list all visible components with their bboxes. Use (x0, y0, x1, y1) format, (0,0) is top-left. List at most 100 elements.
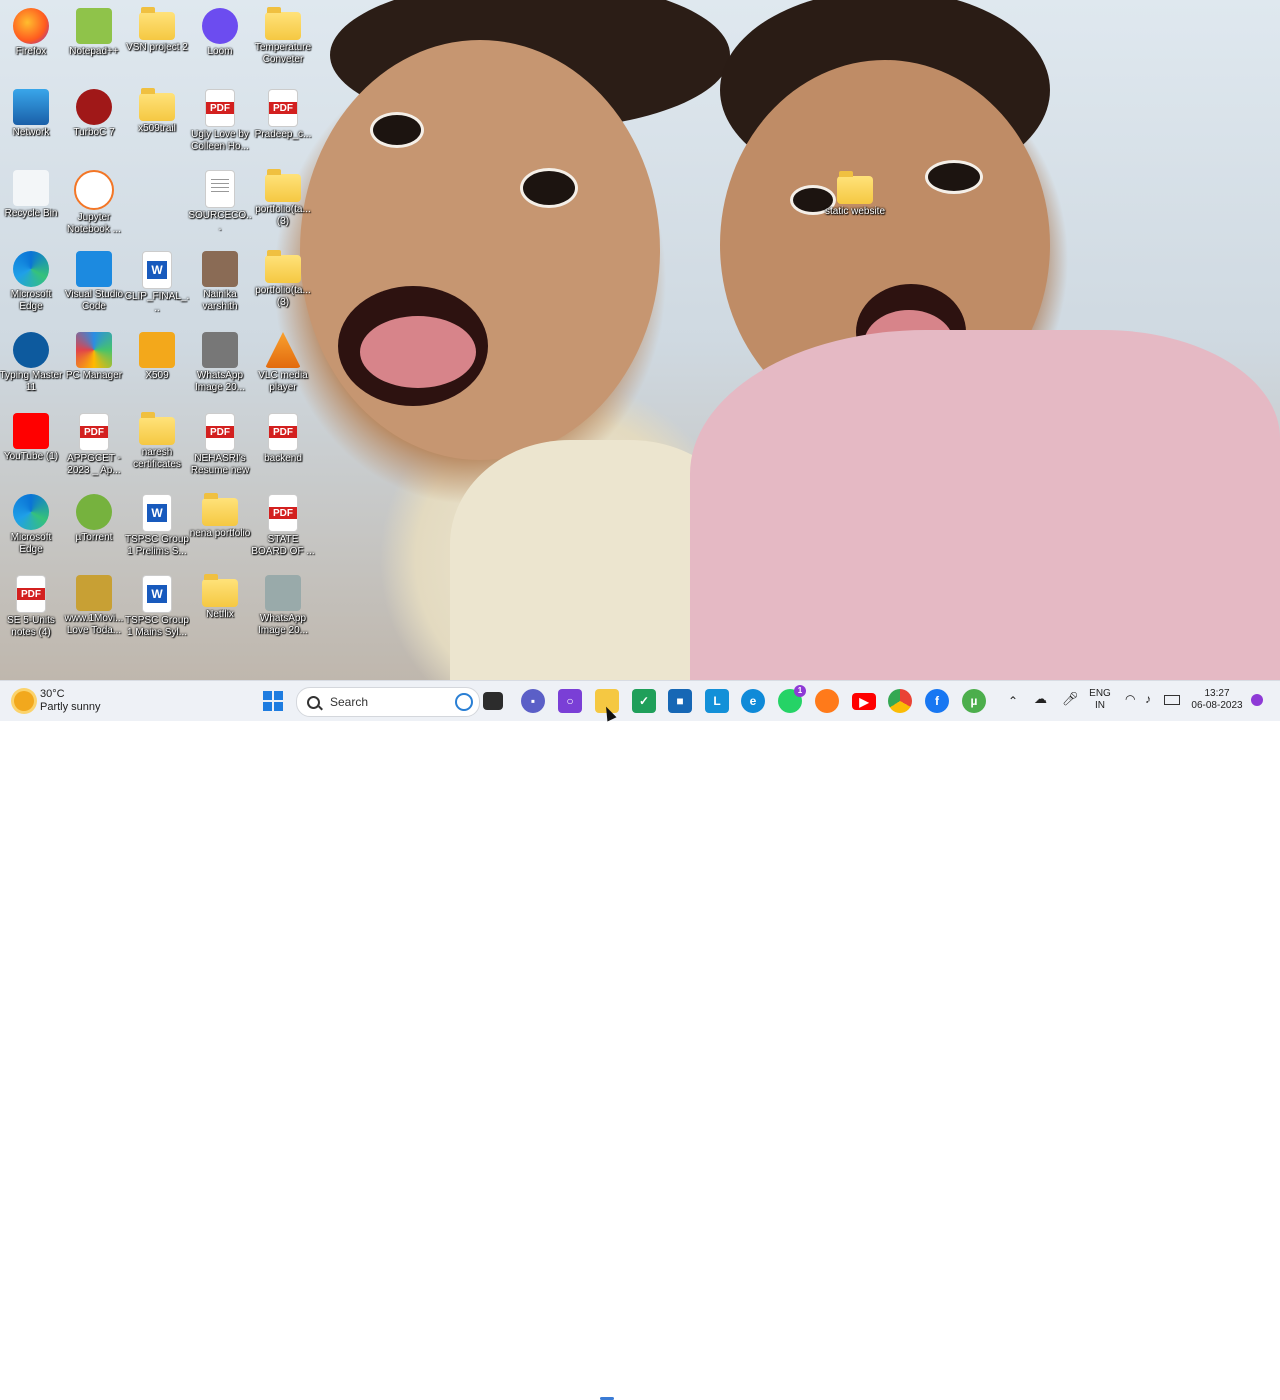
desktop-icon[interactable]: W TSPSC Group 1 Mains Syl... (124, 571, 190, 639)
desktop-icon[interactable]: SOURCECO... (187, 166, 253, 234)
desktop-icon[interactable]: YouTube (1) (0, 409, 64, 463)
recycle-bin-icon (13, 170, 49, 206)
folder-icon (265, 7, 301, 40)
language-indicator[interactable]: ENG IN (1086, 688, 1114, 712)
desktop-icon[interactable]: Loom (187, 4, 253, 58)
desktop-icon[interactable]: PDF NEHASRI's Resume new (187, 409, 253, 477)
desktop-icon-static-website[interactable]: static website (822, 168, 888, 218)
desktop-icon[interactable]: Jupyter Notebook ... (61, 166, 127, 236)
battery-icon[interactable] (1164, 695, 1180, 705)
text-document-icon (205, 170, 235, 208)
edge-browser-icon[interactable]: e (741, 689, 765, 713)
desktop-icon[interactable]: W CLIP_FINAL_... (124, 247, 190, 315)
desktop-icon-label: www.1Movi... Love Toda... (64, 613, 124, 636)
taskbar: 30°C Partly sunny Search ▪ ○ ✓ ■ L e 1 ▶… (0, 680, 1280, 1400)
desktop-icon-label: Loom (207, 46, 233, 57)
desktop-icon-label: µTorrent (75, 532, 113, 543)
start-button[interactable] (261, 689, 285, 713)
desktop-icon[interactable]: VLC media player (250, 328, 316, 394)
desktop-icon-label: Netflix (206, 609, 234, 620)
bing-icon[interactable] (455, 693, 473, 711)
desktop-icon[interactable]: WhatsApp Image 20... (187, 328, 253, 394)
desktop-icon[interactable]: PDF Pradeep_c... (250, 85, 316, 141)
desktop-icon[interactable]: Network (0, 85, 64, 139)
desktop-icon[interactable]: Recycle Bin (0, 166, 64, 220)
desktop-icon[interactable]: Notepad++ (61, 4, 127, 58)
desktop-icon[interactable]: portfolio(ta... (3) (250, 166, 316, 228)
weather-condition: Partly sunny (40, 701, 101, 713)
desktop-icon-label: TurboC 7 (73, 127, 115, 138)
volume-icon[interactable]: ♪ (1145, 693, 1151, 705)
desktop-icon[interactable]: x509trail (124, 85, 190, 135)
turbo-c-icon (76, 89, 112, 125)
image-thumbnail-icon (202, 332, 238, 368)
wifi-icon[interactable]: ◠ (1125, 693, 1135, 705)
microsoft-store-icon[interactable]: ■ (668, 689, 692, 713)
desktop-icon[interactable]: Typing Master 11 (0, 328, 64, 394)
desktop-icon[interactable]: PDF SE 5-Units notes (4) (0, 571, 64, 639)
desktop-icon[interactable]: TurboC 7 (61, 85, 127, 139)
desktop-icon[interactable]: PDF Ugly Love by Colleen Ho... (187, 85, 253, 153)
desktop-icon-label: Visual Studio Code (64, 289, 124, 312)
desktop-icon-label: Firefox (15, 46, 47, 57)
desktop-icon[interactable]: PC Manager (61, 328, 127, 382)
desktop-icon-label: static website (824, 206, 886, 217)
desktop-icon[interactable]: Netflix (187, 571, 253, 621)
launcher-app-icon[interactable]: L (705, 689, 729, 713)
desktop-icon-label: APPGCET - 2023 _ Ap... (67, 453, 121, 476)
desktop-icon[interactable]: µTorrent (61, 490, 127, 544)
desktop-icon[interactable]: Nainika varshith (187, 247, 253, 313)
word-document-icon: W (142, 494, 172, 532)
desktop-icon[interactable]: nena portfolio (187, 490, 253, 540)
vlc-icon (265, 332, 301, 368)
desktop-icon-label: Recycle Bin (4, 208, 58, 219)
pdf-file-icon: PDF (268, 413, 298, 451)
teams-chat-icon[interactable]: ▪ (521, 689, 545, 713)
microphone-icon[interactable]: 🎤︎ (1062, 692, 1079, 705)
desktop-icon-label: WhatsApp Image 20... (257, 613, 309, 636)
desktop-icon[interactable]: www.1Movi... Love Toda... (61, 571, 127, 637)
task-view-icon[interactable] (483, 692, 503, 710)
desktop-icon[interactable]: PDF STATE BOARD OF ... (250, 490, 316, 558)
desktop-icon-label: Pradeep_c... (254, 129, 312, 140)
desktop-icon[interactable]: W TSPSC Group 1 Prelims S... (124, 490, 190, 558)
desktop-icon[interactable]: PDF APPGCET - 2023 _ Ap... (61, 409, 127, 477)
sheets-app-icon[interactable]: ✓ (632, 689, 656, 713)
desktop-icon-label: CLIP_FINAL_... (124, 291, 190, 314)
chevron-up-icon[interactable]: ⌃ (1008, 695, 1018, 707)
pdf-file-icon: PDF (16, 575, 46, 613)
desktop-icon[interactable]: Microsoft Edge (0, 247, 64, 313)
desktop-icon-label: Typing Master 11 (0, 370, 63, 393)
video-file-icon (76, 575, 112, 611)
youtube-icon[interactable]: ▶ (852, 693, 876, 710)
desktop-icon[interactable]: portfolio(ta... (3) (250, 247, 316, 309)
desktop-icon[interactable]: Firefox (0, 4, 64, 58)
desktop-icon[interactable]: Visual Studio Code (61, 247, 127, 313)
desktop-icon-label: SOURCECO... (188, 210, 252, 233)
desktop-icon[interactable]: X509 (124, 328, 190, 382)
desktop-icon-label: TSPSC Group 1 Mains Syl... (125, 615, 189, 638)
desktop-icon-label: nena portfolio (189, 528, 251, 539)
pdf-file-icon: PDF (79, 413, 109, 451)
screen-recorder-icon[interactable]: ○ (558, 689, 582, 713)
desktop-icon[interactable]: Microsoft Edge (0, 490, 64, 556)
system-clock[interactable]: 13:27 06-08-2023 (1186, 688, 1248, 712)
chrome-icon[interactable] (888, 689, 912, 713)
weather-widget[interactable]: 30°C Partly sunny (14, 687, 101, 715)
utorrent-icon[interactable]: µ (962, 689, 986, 713)
facebook-icon[interactable]: f (925, 689, 949, 713)
search-icon (307, 695, 320, 709)
vscode-icon (76, 251, 112, 287)
desktop-icon[interactable]: Temperature Conveter (250, 4, 316, 66)
whatsapp-icon[interactable]: 1 (778, 685, 806, 713)
desktop-icon[interactable]: WhatsApp Image 20... (250, 571, 316, 637)
firefox-icon[interactable] (815, 689, 839, 713)
taskbar-search-box[interactable]: Search (296, 687, 480, 717)
desktop-icon[interactable]: naresh certificates (124, 409, 190, 471)
desktop-icon-label: Microsoft Edge (10, 289, 52, 312)
onedrive-cloud-icon[interactable]: ☁ (1034, 692, 1047, 705)
desktop-icon[interactable]: PDF backend (250, 409, 316, 465)
clock-date: 06-08-2023 (1191, 700, 1243, 711)
notification-center-icon[interactable] (1251, 694, 1263, 706)
desktop-icon[interactable]: VSN project 2 (124, 4, 190, 54)
